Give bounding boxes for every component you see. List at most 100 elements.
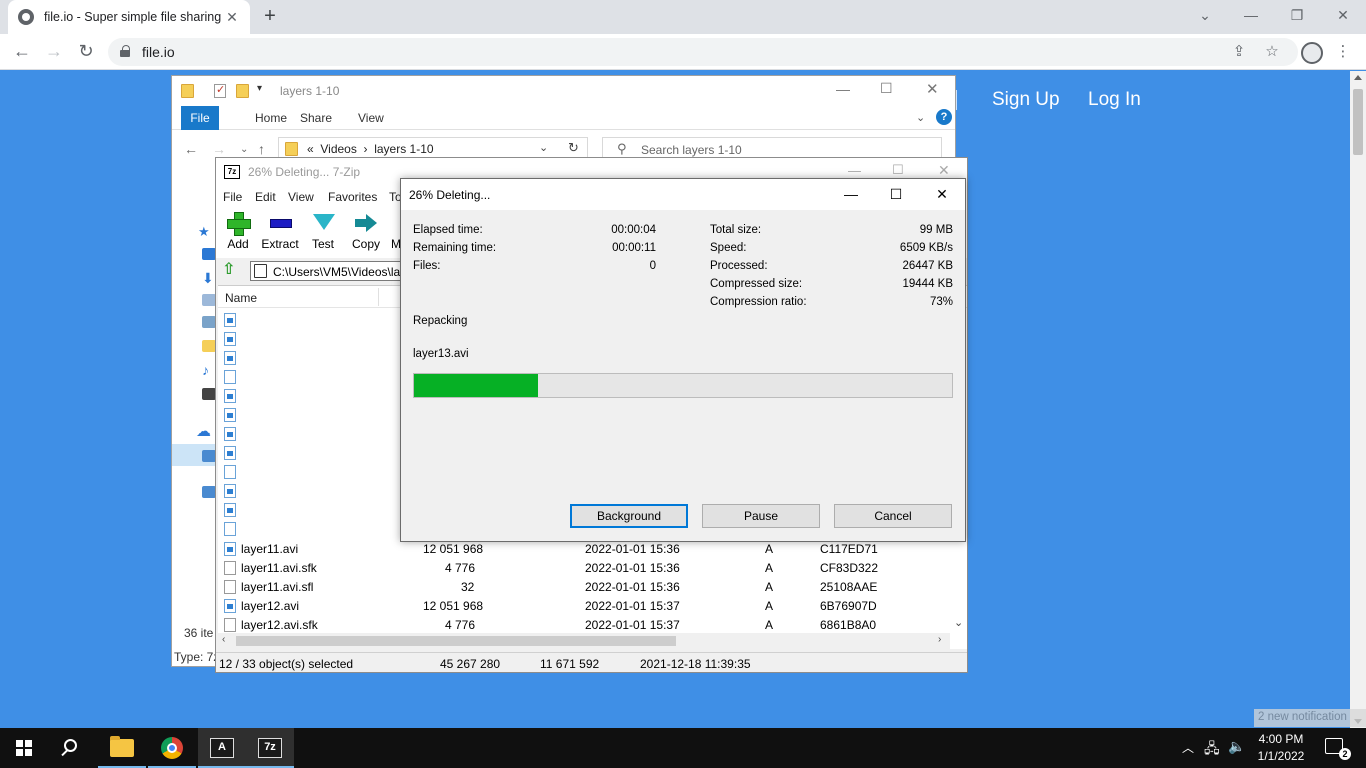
forward-icon[interactable]: → [42, 40, 66, 64]
recent-locations-icon[interactable]: ⌄ [240, 144, 248, 155]
dialog-close-icon[interactable]: ✕ [931, 185, 953, 205]
new-tab-button[interactable]: + [258, 5, 282, 29]
cancel-button[interactable]: Cancel [834, 504, 952, 528]
add-button[interactable]: Add [216, 212, 260, 251]
taskbar-7zip[interactable]: 7z [246, 728, 294, 768]
explorer-minimize-icon[interactable]: — [836, 81, 850, 97]
file-icon[interactable] [224, 370, 236, 384]
file-icon[interactable] [224, 522, 236, 536]
file-icon[interactable] [224, 465, 236, 479]
pictures-icon[interactable] [202, 316, 216, 328]
column-divider[interactable] [378, 288, 379, 306]
taskbar-chrome[interactable] [148, 728, 196, 768]
refresh-icon[interactable]: ↻ [568, 140, 579, 156]
explorer-maximize-icon[interactable]: ☐ [880, 80, 893, 97]
column-name[interactable]: Name [225, 291, 257, 305]
video-file-icon[interactable] [224, 389, 236, 403]
taskbar-search-button[interactable] [48, 728, 96, 768]
ribbon-tab-share[interactable]: Share [290, 106, 342, 130]
video-file-icon[interactable] [224, 313, 236, 327]
sevenzip-maximize-icon[interactable]: ☐ [892, 162, 904, 178]
notification-toast[interactable]: 2 new notification [1254, 709, 1366, 727]
video-file-icon[interactable] [224, 503, 236, 517]
start-button[interactable] [0, 728, 48, 768]
menu-view[interactable]: View [288, 190, 314, 204]
network-tray-icon[interactable]: 🖧 [1204, 738, 1220, 768]
back-icon[interactable]: ← [10, 40, 34, 64]
table-row[interactable]: layer11.avi.sfl 32 2022-01-01 15:36 A 25… [218, 577, 967, 596]
properties-icon[interactable] [214, 83, 226, 98]
horizontal-scroll-thumb[interactable] [236, 636, 676, 646]
menu-favorites[interactable]: Favorites [328, 190, 377, 204]
browser-tab[interactable]: file.io - Super simple file sharing ✕ [8, 0, 250, 34]
kebab-menu-icon[interactable]: ⋮ [1333, 42, 1353, 62]
taskbar-app[interactable]: A [198, 728, 246, 768]
sevenzip-path-input[interactable]: C:\Users\VM5\Videos\la [250, 261, 410, 281]
share-icon[interactable]: ⇪ [1229, 42, 1249, 62]
video-file-icon[interactable] [224, 446, 236, 460]
taskbar-clock[interactable]: 4:00 PM 1/1/2022 [1250, 731, 1312, 765]
list-horizontal-scrollbar[interactable]: ‹ › [218, 633, 950, 649]
explorer-close-icon[interactable]: ✕ [926, 80, 939, 98]
scroll-up-icon[interactable] [1354, 75, 1362, 80]
table-row[interactable]: layer12.avi 12 051 968 2022-01-01 15:37 … [218, 596, 967, 615]
background-button[interactable]: Background [570, 504, 688, 528]
minimize-icon[interactable]: — [1228, 0, 1274, 34]
copy-button[interactable]: Copy [344, 212, 388, 251]
sevenzip-minimize-icon[interactable]: — [848, 163, 861, 178]
documents-icon[interactable] [202, 294, 216, 306]
scroll-left-icon[interactable]: ‹ [222, 634, 225, 645]
page-scrollbar[interactable] [1350, 71, 1366, 728]
video-file-icon[interactable] [224, 484, 236, 498]
tab-search-icon[interactable]: ⌄ [1182, 0, 1228, 34]
breadcrumb-layers[interactable]: layers 1-10 [374, 142, 433, 156]
sevenzip-close-icon[interactable]: ✕ [938, 162, 950, 179]
dialog-maximize-icon[interactable]: ☐ [885, 185, 907, 205]
ribbon-expand-icon[interactable]: ⌄ [916, 111, 925, 124]
parent-folder-icon[interactable]: ⇧ [222, 262, 238, 278]
tray-overflow-icon[interactable]: ︿ [1182, 739, 1194, 768]
quick-access-star-icon[interactable]: ★ [198, 224, 212, 239]
downloads-icon[interactable]: ⬇ [202, 270, 216, 286]
lock-icon[interactable] [120, 45, 130, 57]
desktop-icon[interactable] [202, 248, 216, 260]
bookmark-star-icon[interactable]: ☆ [1262, 42, 1282, 62]
dialog-minimize-icon[interactable]: — [840, 185, 862, 205]
new-folder-icon[interactable] [236, 84, 249, 98]
video-file-icon[interactable] [224, 332, 236, 346]
menu-edit[interactable]: Edit [255, 190, 276, 204]
sign-up-link[interactable]: Sign Up [992, 89, 1060, 111]
address-bar[interactable]: file.io [108, 38, 1298, 66]
video-file-icon[interactable] [224, 351, 236, 365]
scroll-right-icon[interactable]: › [938, 634, 941, 645]
profile-avatar[interactable] [1301, 42, 1323, 64]
explorer-back-icon[interactable]: ← [184, 141, 198, 157]
quick-access-dropdown-icon[interactable]: ▾ [257, 83, 262, 94]
reload-icon[interactable]: ↻ [74, 40, 98, 64]
breadcrumb-overflow[interactable]: « [307, 142, 314, 156]
tab-close-icon[interactable]: ✕ [224, 9, 240, 26]
ribbon-tab-file[interactable]: File [181, 106, 219, 130]
ribbon-tab-view[interactable]: View [348, 106, 394, 130]
address-dropdown-icon[interactable]: ⌄ [539, 141, 548, 154]
help-icon[interactable]: ? [936, 109, 952, 125]
extract-button[interactable]: Extract [258, 212, 302, 251]
music-icon[interactable]: ♪ [202, 362, 216, 378]
video-file-icon[interactable] [224, 408, 236, 422]
onedrive-cloud-icon[interactable]: ☁ [196, 422, 211, 440]
list-scroll-down-icon[interactable]: ⌄ [954, 616, 963, 629]
videos-icon[interactable] [202, 388, 216, 400]
restore-icon[interactable]: ❐ [1274, 0, 1320, 34]
log-in-link[interactable]: Log In [1088, 89, 1141, 111]
pause-button[interactable]: Pause [702, 504, 820, 528]
volume-muted-icon[interactable]: 🔈 [1228, 738, 1245, 768]
up-folder-icon[interactable]: ↑ [258, 141, 265, 157]
close-window-icon[interactable]: ✕ [1320, 0, 1366, 34]
table-row[interactable]: layer12.avi.sfk 4 776 2022-01-01 15:37 A… [218, 615, 967, 634]
scrollbar-thumb[interactable] [1353, 89, 1363, 155]
video-file-icon[interactable] [224, 427, 236, 441]
folder-icon[interactable] [202, 340, 216, 352]
breadcrumb-videos[interactable]: Videos [320, 142, 356, 156]
menu-file[interactable]: File [223, 190, 242, 204]
taskbar-file-explorer[interactable] [98, 728, 146, 768]
